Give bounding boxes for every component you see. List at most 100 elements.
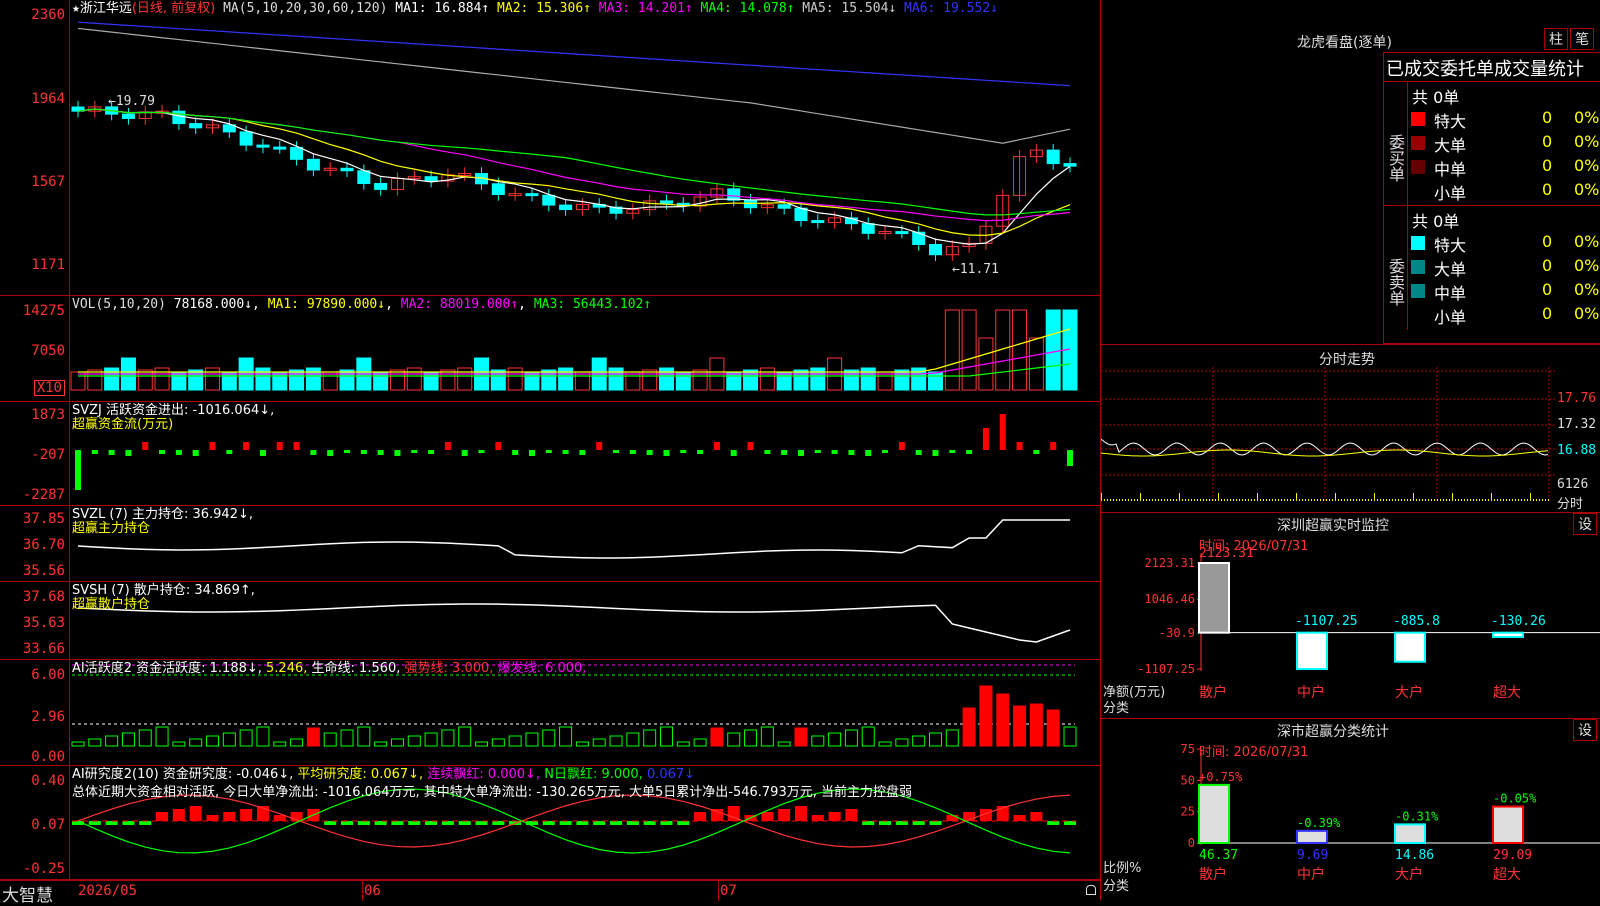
vol-ma1: MA1: 97890.000↓: [267, 297, 386, 312]
bar-mode-button[interactable]: 柱: [1544, 28, 1568, 50]
ai-research-pane[interactable]: 0.40 0.07 -0.25 AI研究度2(10) 资金研究度: -0.046…: [0, 766, 1100, 880]
intraday-vol-bar: [1440, 499, 1441, 501]
flow-bar: [713, 442, 720, 450]
class-panel[interactable]: 深市超赢分类统计 设 时间: 2026/07/31 75 50 25 0 +0.75% 4…: [1100, 718, 1600, 900]
intraday-vol-bar: [1539, 499, 1540, 501]
intraday-vol-bar: [1449, 499, 1450, 501]
dragon-panel: 龙虎看盘(逐单) 柱 笔 已成交委托单成交量统计 委买单 共 0单 特大 0 0…: [1100, 0, 1600, 344]
active-bar: [1029, 703, 1043, 747]
volume-bar: [1028, 337, 1044, 391]
ai-active-header: AI活跃度2 资金活跃度: 1.188↓, 5.246, 生命线: 1.560,…: [72, 662, 586, 676]
volume-bar: [507, 367, 523, 391]
intraday-vol-bar: [1395, 499, 1396, 501]
intraday-vol-bar: [1224, 499, 1225, 501]
volume-bar: [423, 371, 439, 391]
monitor-panel[interactable]: 深圳超赢实时监控 设 时间: 2026/07/31 2123.31 1046.46…: [1100, 512, 1600, 718]
lock-icon[interactable]: [1086, 885, 1096, 895]
intraday-vol-bar: [1263, 499, 1264, 501]
sell-side-label: 委卖单: [1384, 206, 1408, 330]
research-bar: [441, 821, 454, 825]
stock-name: 浙江华远: [79, 1, 132, 16]
ai-active-v2: 5.246,: [266, 661, 308, 676]
intraday-vol-bar: [1398, 499, 1399, 501]
high-marker: ←19.79: [108, 94, 155, 109]
buy-section: 委买单 共 0单 特大 0 0% 大单 0 0% 中单 0 0% 小单 0 0%: [1384, 81, 1600, 206]
tick-mode-button[interactable]: 笔: [1570, 28, 1594, 50]
buy-l-label: 大单: [1434, 136, 1467, 155]
intraday-vol-bar: [1377, 499, 1378, 501]
intraday-vol-bar: [1233, 499, 1234, 501]
sell-row-l: 大单 0 0%: [1408, 256, 1600, 280]
active-bar: [491, 738, 505, 747]
active-bar: [794, 727, 808, 747]
volume-bar: [490, 369, 506, 391]
intraday-vol-bar: [1485, 499, 1486, 501]
monitor-chart[interactable]: 2123.31 1046.46 -30.9 -1107.25 2123.31 散户 -110…: [1101, 513, 1600, 719]
candle-body: [777, 204, 791, 209]
intraday-vol-bar: [1422, 499, 1423, 501]
intraday-vol-bar: [1545, 499, 1546, 501]
research-bar: [172, 809, 185, 821]
intraday-vol-bar: [1425, 499, 1426, 501]
intraday-vol-bar: [1344, 499, 1345, 501]
intraday-vol-bar: [1302, 499, 1303, 501]
intraday-vol-bar: [1209, 499, 1210, 501]
sell-m-pct: 0%: [1574, 280, 1600, 299]
volume-bar: [743, 369, 759, 391]
svzl-pane[interactable]: 37.85 36.70 35.56 SVZL (7) 主力持仓: 36.942↓…: [0, 506, 1100, 582]
svzj-pane[interactable]: 1873 -207 -2287 SVZJ 活跃资金进出: -1016.064↓,…: [0, 402, 1100, 506]
active-bar: [659, 726, 673, 747]
volume-bar: [608, 367, 624, 391]
flow-bar: [159, 450, 166, 454]
flow-bar: [730, 450, 737, 456]
intraday-vol-bar: [1548, 499, 1549, 501]
class-tick: 50: [1181, 773, 1195, 787]
intraday-chart[interactable]: [1101, 345, 1600, 513]
ai-research-chart[interactable]: [0, 766, 1100, 880]
vol-ma-line: [78, 328, 1071, 373]
flow-bar: [478, 450, 485, 453]
volume-bar: [944, 309, 960, 391]
ai-research-avg: 平均研究度: 0.067↓,: [297, 767, 424, 782]
low-marker: ←11.71: [952, 262, 999, 277]
monitor-category: 超大: [1493, 685, 1521, 701]
date-tick: 2026/05: [78, 883, 138, 899]
kline-chart[interactable]: [0, 0, 1100, 296]
intraday-vol-bar: [1542, 499, 1543, 501]
flow-bar: [697, 450, 704, 454]
main-hold-line: [77, 519, 1070, 559]
active-bar: [710, 727, 724, 747]
kline-pane[interactable]: 2360 1964 1567 1171 ★浙江华远(日线, 前复权) MA(5,…: [0, 0, 1100, 296]
intraday-vol-bar: [1536, 499, 1537, 501]
ma2-value: MA2: 15.306↑: [497, 1, 591, 16]
class-chart[interactable]: 75 50 25 0 +0.75% 46.37 散户 -0.39% 9.69 中户 -0.31% 14…: [1101, 719, 1600, 901]
svsh-label: SVSH (7) 散户持仓: 34.869↑,: [72, 583, 255, 598]
intraday-vol-bar: [1305, 499, 1306, 501]
active-bar: [844, 729, 858, 747]
buy-m-pct: 0%: [1574, 156, 1600, 175]
volume-bar: [289, 369, 305, 391]
intraday-vol-bar: [1452, 493, 1453, 501]
retail-hold-line: [77, 603, 1071, 643]
research-bar: [273, 815, 286, 821]
flow-bar: [797, 450, 804, 456]
sell-xl-swatch: [1411, 236, 1425, 250]
intraday-vol-bar: [1260, 499, 1261, 501]
research-bar: [811, 815, 824, 821]
volume-bar: [1012, 309, 1028, 391]
volume-bar: [137, 369, 153, 391]
adjust-mode[interactable]: (日线, 前复权): [132, 1, 215, 16]
intraday-vol-bar: [1386, 499, 1387, 501]
candle-body: [727, 188, 741, 201]
svsh-pane[interactable]: 37.68 35.63 33.66 SVSH (7) 散户持仓: 34.869↑…: [0, 582, 1100, 660]
candle-body: [239, 131, 253, 146]
ai-active-pane[interactable]: 6.00 2.96 0.00 AI活跃度2 资金活跃度: 1.188↓, 5.2…: [0, 660, 1100, 766]
volume-pane[interactable]: 14275 7050 X10 VOL(5,10,20) 78168.000↓, …: [0, 296, 1100, 402]
intraday-vol-bar: [1254, 499, 1255, 501]
intraday-panel[interactable]: 分时走势 17.76 17.32 16.88 6126 分时: [1100, 344, 1600, 512]
star-icon[interactable]: ★: [72, 1, 80, 16]
svzl-sub: 超赢主力持仓: [72, 521, 151, 536]
flow-bar: [747, 442, 754, 450]
volume-bar: [171, 371, 187, 391]
candle-body: [861, 223, 875, 234]
